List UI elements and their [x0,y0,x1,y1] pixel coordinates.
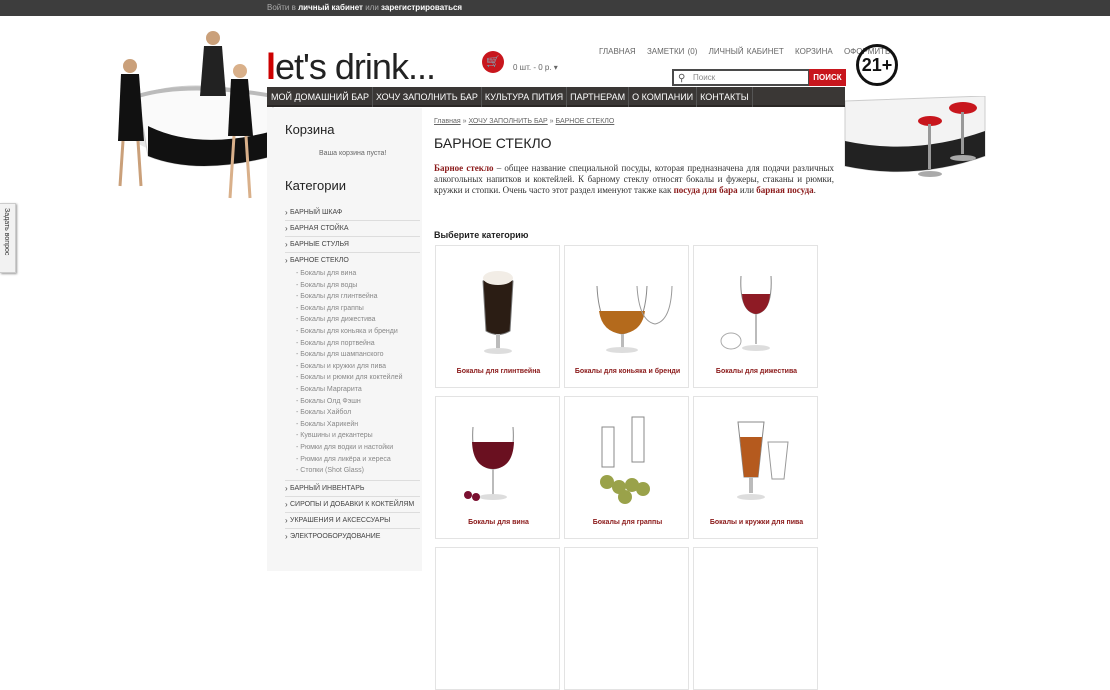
link-account[interactable]: ЛИЧНЫЙ КАБИНЕТ [709,47,784,56]
category-electrical[interactable]: ЭЛЕКТРООБОРУДОВАНИЕ [285,529,420,544]
category-bar-cabinet[interactable]: БАРНЫЙ ШКАФ [285,205,420,221]
cabinet-link[interactable]: личный кабинет [298,3,363,12]
nav-partners[interactable]: ПАРТНЕРАМ [567,87,630,107]
product-card[interactable]: Бокалы для вина [435,396,560,539]
product-card[interactable] [435,547,560,690]
cart-summary[interactable]: 0 шт. - 0 р. ▾ [513,63,558,72]
intro-text: Барное стекло – общее название специальн… [434,163,834,195]
product-label[interactable]: Бокалы для вина [436,519,561,526]
product-label[interactable]: Бокалы для дижестива [694,368,819,375]
nav-drinking-culture[interactable]: КУЛЬТУРА ПИТИЯ [482,87,568,107]
main-nav: МОЙ ДОМАШНИЙ БАР ХОЧУ ЗАПОЛНИТЬ БАР КУЛЬТУ… [267,87,845,107]
search-button[interactable]: ПОИСК [809,69,846,86]
categories-heading: Категории [285,178,346,193]
main-content: Главная » ХОЧУ ЗАПОЛНИТЬ БАР » БАРНОЕ СТ… [434,118,834,240]
breadcrumb: Главная » ХОЧУ ЗАПОЛНИТЬ БАР » БАРНОЕ СТ… [434,118,615,125]
nav-contacts[interactable]: КОНТАКТЫ [697,87,753,107]
login-pre: Войти в [267,3,296,12]
category-decorations[interactable]: УКРАШЕНИЯ И АКСЕССУАРЫ [285,513,420,529]
nav-about[interactable]: О КОМПАНИИ [629,87,698,107]
subcategory-item[interactable]: - Бокалы Харикейн [285,419,420,431]
subcategory-item[interactable]: - Бокалы для шампанского [285,349,420,361]
nav-fill-bar[interactable]: ХОЧУ ЗАПОЛНИТЬ БАР [373,87,482,107]
category-bar-glass[interactable]: БАРНОЕ СТЕКЛО [285,253,420,268]
product-image[interactable] [448,407,548,510]
product-label[interactable]: Бокалы для глинтвейна [436,368,561,375]
subcategory-item[interactable]: - Бокалы для дижестива [285,314,420,326]
search-icon: ⚲ [678,73,686,84]
subcategory-item[interactable]: - Рюмки для водки и настойки [285,442,420,454]
subcategory-item[interactable]: - Кувшины и декантеры [285,430,420,442]
subcategory-item[interactable]: - Бокалы для глинтвейна [285,291,420,303]
search-bar: Поиск ⚲ ПОИСК [672,69,846,86]
product-image[interactable] [706,407,806,510]
cart-icon[interactable]: 🛒 [482,51,504,73]
product-card[interactable]: Бокалы для дижестива [693,245,818,388]
subcategory-item[interactable]: - Бокалы для вина [285,268,420,280]
category-bar-counter[interactable]: БАРНАЯ СТОЙКА [285,221,420,237]
subcategory-item[interactable]: - Бокалы для коньяка и бренди [285,326,420,338]
subcategory-item[interactable]: - Бокалы для воды [285,280,420,292]
crumb-bar-glass[interactable]: БАРНОЕ СТЕКЛО [556,118,615,125]
login-line: Войти в личный кабинет или зарегистриров… [267,3,462,12]
site-logo[interactable]: let's drink... [266,46,436,88]
sidebar: Корзина Ваша корзина пуста! Категории БА… [267,108,422,571]
link-home[interactable]: ГЛАВНАЯ [599,47,636,56]
subcategory-item[interactable]: - Бокалы Олд Фэшн [285,396,420,408]
product-label[interactable]: Бокалы и кружки для пива [694,519,819,526]
top-links: ГЛАВНАЯ ЗАМЕТКИ (0) ЛИЧНЫЙ КАБИНЕТ КОРЗИ… [599,47,898,56]
product-label[interactable]: Бокалы для граппы [565,519,690,526]
link-cart[interactable]: КОРЗИНА [795,47,833,56]
age-badge: 21+ [856,44,898,86]
top-bar: Войти в личный кабинет или зарегистриров… [0,0,1110,16]
bar-counter-illustration [844,96,986,177]
product-card[interactable] [693,547,818,690]
cart-heading: Корзина [285,122,335,137]
subcategory-item[interactable]: - Рюмки для ликёра и хереса [285,454,420,466]
product-card[interactable]: Бокалы и кружки для пива [693,396,818,539]
bar-people-illustration [118,31,274,199]
subcategory-item[interactable]: - Бокалы и рюмки для коктейлей [285,372,420,384]
nav-my-bar[interactable]: МОЙ ДОМАШНИЙ БАР [267,87,373,107]
subcategory-list: - Бокалы для вина - Бокалы для воды - Бо… [285,268,420,481]
page-title: БАРНОЕ СТЕКЛО [434,135,552,151]
cart-empty-text: Ваша корзина пуста! [319,150,387,157]
product-image[interactable] [448,256,548,359]
choose-category-heading: Выберите категорию [434,230,529,240]
category-bar-tools[interactable]: БАРНЫЙ ИНВЕНТАРЬ [285,481,420,497]
search-input[interactable]: Поиск [672,69,810,86]
register-link[interactable]: зарегистрироваться [381,3,462,12]
product-card[interactable]: Бокалы для глинтвейна [435,245,560,388]
category-list: БАРНЫЙ ШКАФ БАРНАЯ СТОЙКА БАРНЫЕ СТУЛЬЯ … [285,205,420,544]
crumb-fill-bar[interactable]: ХОЧУ ЗАПОЛНИТЬ БАР [468,118,547,125]
subcategory-item[interactable]: - Бокалы для портвейна [285,338,420,350]
product-card[interactable] [564,547,689,690]
category-syrups[interactable]: СИРОПЫ И ДОБАВКИ К КОКТЕЙЛЯМ [285,497,420,513]
product-image[interactable] [706,256,806,359]
link-notes[interactable]: ЗАМЕТКИ (0) [647,47,697,56]
subcategory-item[interactable]: - Бокалы Хайбол [285,407,420,419]
ask-question-tab[interactable]: Задать вопрос [0,203,16,273]
subcategory-item[interactable]: - Бокалы Маргарита [285,384,420,396]
product-card[interactable]: Бокалы для граппы [564,396,689,539]
category-bar-stools[interactable]: БАРНЫЕ СТУЛЬЯ [285,237,420,253]
product-image[interactable] [577,407,677,510]
subcategory-item[interactable]: - Стопки (Shot Glass) [285,465,420,477]
product-image[interactable] [577,256,677,359]
login-or: или [365,3,379,12]
crumb-home[interactable]: Главная [434,118,461,125]
subcategory-item[interactable]: - Бокалы и кружки для пива [285,361,420,373]
product-label[interactable]: Бокалы для коньяка и бренди [565,368,690,375]
subcategory-item[interactable]: - Бокалы для граппы [285,303,420,315]
product-card[interactable]: Бокалы для коньяка и бренди [564,245,689,388]
